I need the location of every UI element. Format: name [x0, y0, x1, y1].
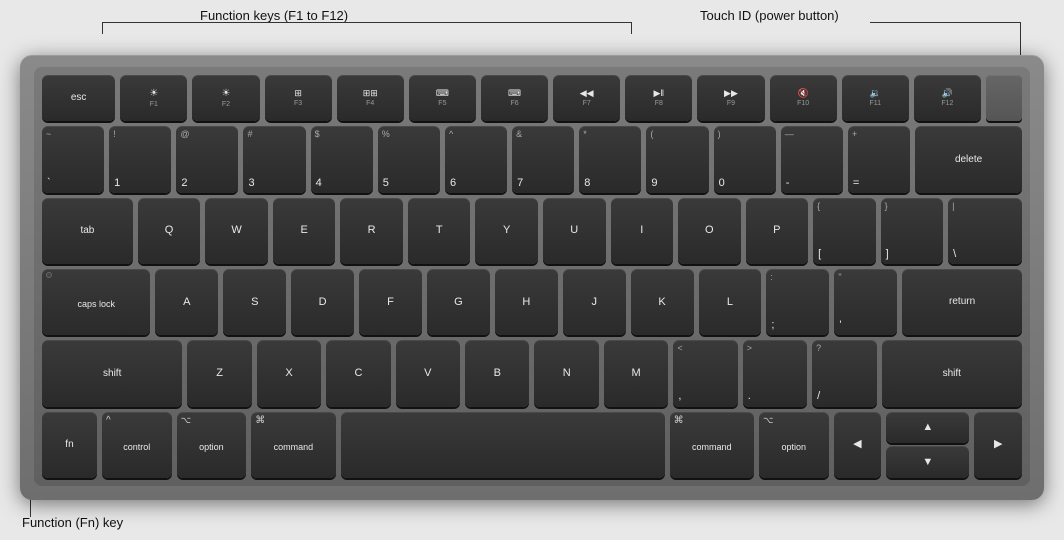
- key-f1[interactable]: ☀ F1: [120, 75, 187, 121]
- key-control[interactable]: ^ control: [102, 412, 172, 478]
- key-e[interactable]: E: [273, 198, 336, 264]
- key-backtick[interactable]: ~ `: [42, 126, 104, 192]
- zxcv-key-row: shift Z X C V B N M < , > . ? / shift: [42, 340, 1022, 406]
- key-equals[interactable]: + =: [848, 126, 910, 192]
- touchid-line-h: [870, 22, 1021, 23]
- key-a[interactable]: A: [155, 269, 218, 335]
- key-fn[interactable]: fn: [42, 412, 97, 478]
- key-option-right[interactable]: ⌥ option: [759, 412, 829, 478]
- key-f10[interactable]: 🔇 F10: [770, 75, 837, 121]
- key-delete[interactable]: delete: [915, 126, 1022, 192]
- key-return[interactable]: return: [902, 269, 1022, 335]
- key-l[interactable]: L: [699, 269, 762, 335]
- key-4[interactable]: $ 4: [311, 126, 373, 192]
- key-3[interactable]: # 3: [243, 126, 305, 192]
- key-f12[interactable]: 🔊 F12: [914, 75, 981, 121]
- key-arrow-up[interactable]: ▲: [886, 412, 969, 444]
- key-q[interactable]: Q: [138, 198, 201, 264]
- function-keys-bracket-left: [102, 22, 103, 34]
- key-7[interactable]: & 7: [512, 126, 574, 192]
- key-2[interactable]: @ 2: [176, 126, 238, 192]
- key-f8[interactable]: ▶‖ F8: [625, 75, 692, 121]
- key-j[interactable]: J: [563, 269, 626, 335]
- key-b[interactable]: B: [465, 340, 529, 406]
- asdf-key-row: caps lock A S D F G H J K L : ; " ' retu…: [42, 269, 1022, 335]
- key-left-bracket[interactable]: { [: [813, 198, 876, 264]
- key-period[interactable]: > .: [743, 340, 807, 406]
- number-key-row: ~ ` ! 1 @ 2 # 3 $ 4 % 5: [42, 126, 1022, 192]
- key-shift-left[interactable]: shift: [42, 340, 182, 406]
- key-y[interactable]: Y: [475, 198, 538, 264]
- key-g[interactable]: G: [427, 269, 490, 335]
- arrow-up-down-cluster: ▲ ▼: [886, 412, 969, 478]
- key-f2[interactable]: ☀ F2: [192, 75, 259, 121]
- key-touchid[interactable]: [986, 75, 1022, 121]
- function-keys-label: Function keys (F1 to F12): [200, 8, 348, 23]
- key-t[interactable]: T: [408, 198, 471, 264]
- key-f9[interactable]: ▶▶ F9: [697, 75, 764, 121]
- key-8[interactable]: * 8: [579, 126, 641, 192]
- key-w[interactable]: W: [205, 198, 268, 264]
- key-u[interactable]: U: [543, 198, 606, 264]
- key-capslock[interactable]: caps lock: [42, 269, 150, 335]
- key-f[interactable]: F: [359, 269, 422, 335]
- key-5[interactable]: % 5: [378, 126, 440, 192]
- key-9[interactable]: ( 9: [646, 126, 708, 192]
- key-esc[interactable]: esc: [42, 75, 115, 121]
- key-1[interactable]: ! 1: [109, 126, 171, 192]
- key-arrow-right[interactable]: ▶: [974, 412, 1022, 478]
- key-i[interactable]: I: [611, 198, 674, 264]
- key-k[interactable]: K: [631, 269, 694, 335]
- key-shift-right[interactable]: shift: [882, 340, 1022, 406]
- key-minus[interactable]: — -: [781, 126, 843, 192]
- key-f11[interactable]: 🔉 F11: [842, 75, 909, 121]
- function-keys-bracket-right: [631, 22, 632, 34]
- keyboard: esc ☀ F1 ☀ F2 ⊞ F3: [20, 55, 1044, 500]
- key-s[interactable]: S: [223, 269, 286, 335]
- key-6[interactable]: ^ 6: [445, 126, 507, 192]
- key-arrow-left[interactable]: ◀: [834, 412, 882, 478]
- key-comma[interactable]: < ,: [673, 340, 737, 406]
- key-f6[interactable]: ⌨ F6: [481, 75, 548, 121]
- key-option-left[interactable]: ⌥ option: [177, 412, 247, 478]
- key-tab[interactable]: tab: [42, 198, 133, 264]
- fn-key-row: esc ☀ F1 ☀ F2 ⊞ F3: [42, 75, 1022, 121]
- key-h[interactable]: H: [495, 269, 558, 335]
- key-f5[interactable]: ⌨ F5: [409, 75, 476, 121]
- fn-key-line-v: [30, 497, 31, 517]
- fn-key-label: Function (Fn) key: [22, 515, 123, 530]
- key-0[interactable]: ) 0: [714, 126, 776, 192]
- key-command-right[interactable]: ⌘ command: [670, 412, 754, 478]
- key-slash[interactable]: ? /: [812, 340, 876, 406]
- key-right-bracket[interactable]: } ]: [881, 198, 944, 264]
- key-space[interactable]: [341, 412, 665, 478]
- key-arrow-down[interactable]: ▼: [886, 446, 969, 478]
- key-backslash[interactable]: | \: [948, 198, 1022, 264]
- key-d[interactable]: D: [291, 269, 354, 335]
- function-keys-bracket-h: [102, 22, 632, 23]
- key-command-left[interactable]: ⌘ command: [251, 412, 335, 478]
- key-semicolon[interactable]: : ;: [766, 269, 829, 335]
- qwerty-key-row: tab Q W E R T Y U I O P { [ } ] | \: [42, 198, 1022, 264]
- key-o[interactable]: O: [678, 198, 741, 264]
- key-v[interactable]: V: [396, 340, 460, 406]
- key-m[interactable]: M: [604, 340, 668, 406]
- key-f3[interactable]: ⊞ F3: [265, 75, 332, 121]
- key-x[interactable]: X: [257, 340, 321, 406]
- touchid-label: Touch ID (power button): [700, 8, 839, 23]
- key-r[interactable]: R: [340, 198, 403, 264]
- bottom-key-row: fn ^ control ⌥ option ⌘ command ⌘ comman…: [42, 412, 1022, 478]
- key-f4[interactable]: ⊞⊞ F4: [337, 75, 404, 121]
- key-z[interactable]: Z: [187, 340, 251, 406]
- key-n[interactable]: N: [534, 340, 598, 406]
- key-p[interactable]: P: [746, 198, 809, 264]
- key-c[interactable]: C: [326, 340, 390, 406]
- key-f7[interactable]: ◀◀ F7: [553, 75, 620, 121]
- key-quote[interactable]: " ': [834, 269, 897, 335]
- touchid-line-v: [1020, 22, 1021, 57]
